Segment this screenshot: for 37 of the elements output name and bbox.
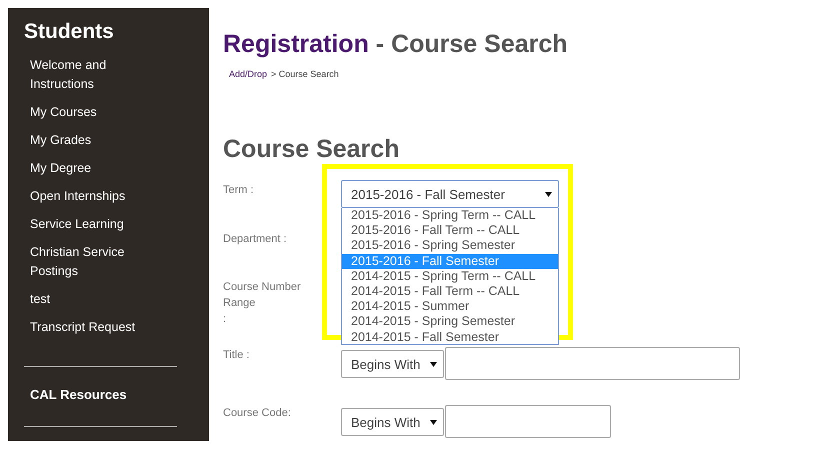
term-select[interactable]: 2015-2016 - Fall Semester [341,180,559,208]
sidebar-title: Students [24,20,115,44]
section-heading: Course Search [223,135,400,164]
dropdown-option[interactable]: 2015-2016 - Spring Term -- CALL [342,208,558,224]
field-label: : [223,312,228,327]
caret-icon [545,192,552,196]
sidebar-link[interactable]: My Degree [30,159,140,187]
match-select[interactable]: Begins With [341,408,444,436]
field-label: Term : [223,183,255,198]
field-label: Course Code: [223,406,292,421]
breadcrumb-link[interactable]: Add/Drop [229,69,268,79]
dropdown-option[interactable]: 2014-2015 - Spring Term -- CALL [342,268,558,284]
breadcrumb-current: > Course Search [271,69,339,79]
dropdown-option[interactable]: 2014-2015 - Fall Term -- CALL [342,284,558,300]
sidebar-link[interactable]: Open Internships [30,187,140,215]
sidebar-link[interactable]: My Courses [30,103,140,131]
sidebar-link[interactable]: Transcript Request [30,318,140,346]
dropdown-option[interactable]: 2014-2015 - Spring Semester [342,314,558,330]
dropdown-option[interactable]: 2014-2015 - Summer [342,299,558,314]
sidebar-link[interactable]: Christian Service Postings [30,243,140,290]
dropdown-option[interactable]: 2015-2016 - Spring Semester [342,238,558,254]
page-title: Registration - Course Search [223,30,569,59]
dropdown-option[interactable]: 2014-2015 - Fall Semester [342,330,558,344]
caret-icon [430,362,437,366]
text-input[interactable] [445,347,740,380]
dropdown-option[interactable]: 2015-2016 - Fall Term -- CALL [342,223,558,238]
sidebar-section-title: CAL Resources [30,387,128,402]
field-label: Course Number Range [223,280,302,311]
text-input[interactable] [445,405,611,438]
match-select[interactable]: Begins With [341,350,444,378]
sidebar-link[interactable]: Service Learning [30,215,140,243]
field-label: Department : [223,232,288,247]
sidebar-link[interactable]: My Grades [30,131,140,159]
sidebar-link[interactable]: Welcome and Instructions [30,56,140,103]
caret-icon [430,420,437,424]
sidebar-link[interactable]: test [30,290,140,318]
field-label: Title : [223,348,250,363]
